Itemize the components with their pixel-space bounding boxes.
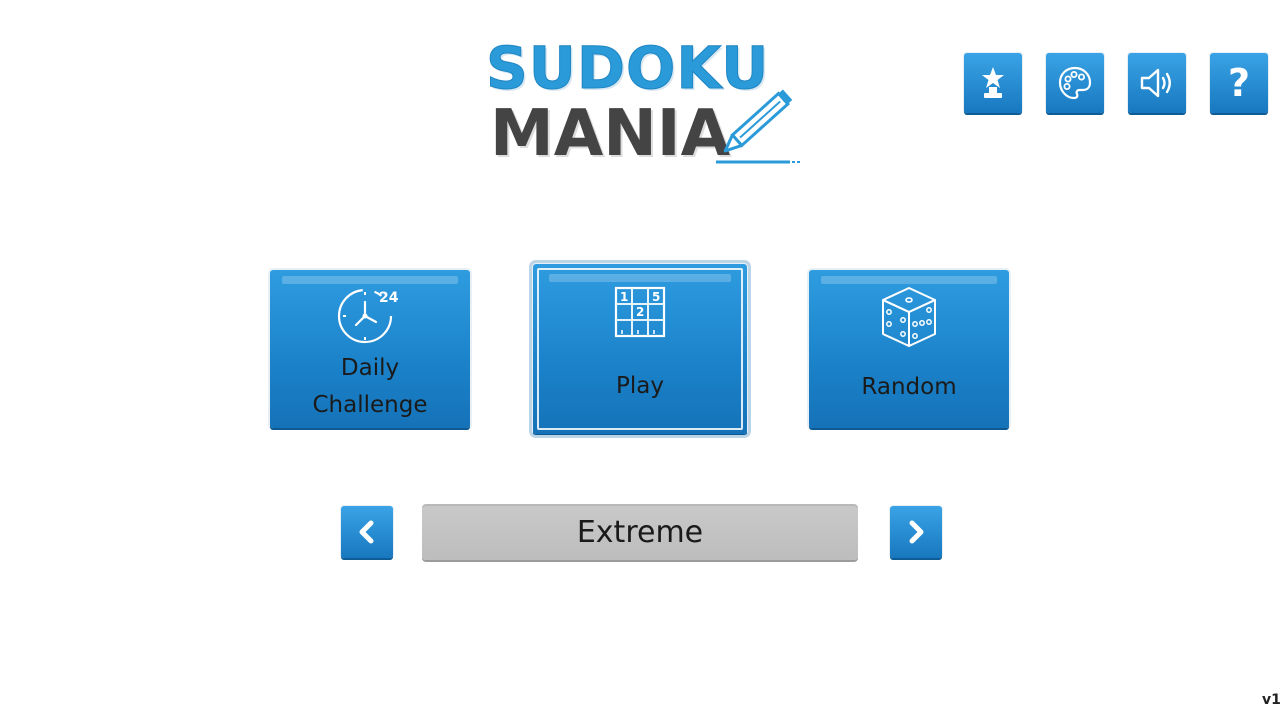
sudoku-grid-icon: 1 5 2 bbox=[614, 286, 666, 338]
play-button[interactable]: 1 5 2 Play bbox=[529, 260, 751, 438]
dice-icon bbox=[882, 287, 936, 347]
achievements-icon bbox=[982, 67, 1004, 98]
version-label: v1. bbox=[1262, 692, 1280, 708]
random-label: Random bbox=[861, 374, 957, 400]
card-gloss bbox=[282, 276, 458, 284]
theme-palette-icon bbox=[1058, 66, 1092, 100]
achievements-button[interactable] bbox=[964, 53, 1022, 113]
difficulty-prev-button[interactable] bbox=[341, 506, 393, 558]
grid-digit-2: 2 bbox=[636, 305, 644, 319]
play-label: Play bbox=[616, 373, 664, 399]
difficulty-label: Extreme bbox=[576, 514, 704, 550]
daily-label-line1: Daily bbox=[340, 355, 400, 381]
chevron-left-icon bbox=[359, 520, 374, 544]
chevron-right-icon bbox=[909, 520, 924, 544]
random-button[interactable]: Random bbox=[809, 270, 1009, 428]
daily-challenge-button[interactable]: 24 Daily Challenge bbox=[270, 270, 470, 428]
game-logo: SUDOKU MANIA bbox=[482, 36, 802, 168]
theme-button[interactable] bbox=[1046, 53, 1104, 113]
grid-digit-1: 1 bbox=[620, 290, 628, 304]
help-icon: ? bbox=[1227, 61, 1251, 105]
sound-icon bbox=[1140, 68, 1171, 98]
daily-label-line2: Challenge bbox=[312, 392, 428, 418]
clock-badge: 24 bbox=[379, 290, 399, 306]
card-gloss bbox=[549, 274, 731, 282]
grid-digit-5: 5 bbox=[652, 290, 660, 304]
clock-24-icon: 24 bbox=[337, 288, 399, 344]
difficulty-selector: Extreme bbox=[422, 504, 858, 560]
logo-title-line2: MANIA bbox=[490, 97, 731, 171]
help-button[interactable]: ? bbox=[1210, 53, 1268, 113]
pencil-icon bbox=[716, 89, 800, 164]
main-menu-screen: SUDOKU MANIA ? 24 Daily Challenge 1 5 2 … bbox=[0, 0, 1280, 720]
card-gloss bbox=[821, 276, 997, 284]
difficulty-next-button[interactable] bbox=[890, 506, 942, 558]
sound-button[interactable] bbox=[1128, 53, 1186, 113]
